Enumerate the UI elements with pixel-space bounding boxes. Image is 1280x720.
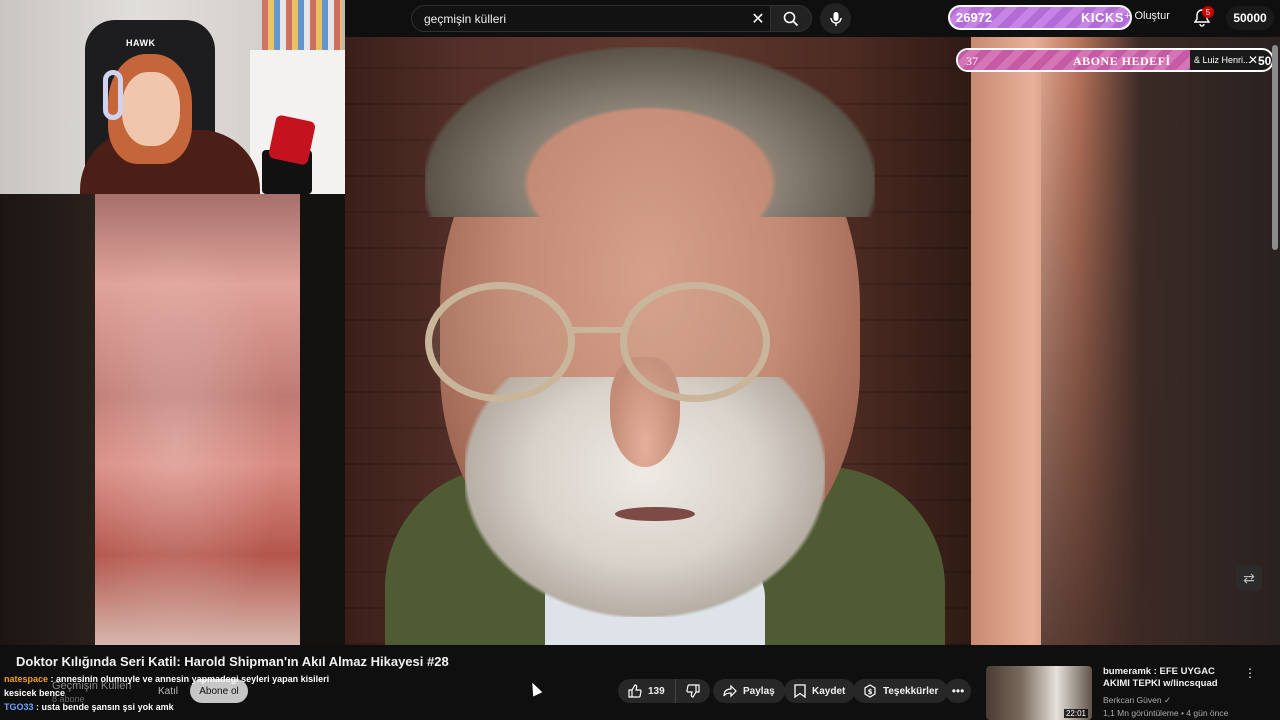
like-dislike-group: 139 bbox=[618, 679, 710, 703]
search-input[interactable]: geçmişin külleri bbox=[424, 12, 747, 26]
close-icon[interactable]: ✕ bbox=[747, 8, 769, 30]
thumbs-down-icon bbox=[686, 684, 700, 698]
subscriber-goal-current: 37 bbox=[966, 54, 978, 68]
save-label: Kaydet bbox=[812, 685, 846, 697]
blurred-video-left bbox=[95, 194, 300, 645]
like-button[interactable]: 139 bbox=[618, 679, 676, 703]
video-duration: 22:01 bbox=[1063, 709, 1088, 718]
subscriber-goal-recent-user: & Luiz Henri... bbox=[1194, 55, 1251, 65]
share-label: Paylaş bbox=[743, 685, 775, 697]
goal-total: 50000 bbox=[1226, 6, 1274, 30]
chat-username: TGO33 bbox=[4, 702, 34, 712]
kicks-counter: 26972 KICKS bbox=[948, 5, 1132, 30]
recommended-video-meta: 1,1 Mn görüntüleme • 4 gün önce bbox=[1103, 708, 1229, 718]
create-button[interactable]: + Oluştur bbox=[1124, 10, 1170, 22]
kicks-label: KICKS bbox=[1081, 10, 1124, 25]
glasses-right-lens bbox=[620, 282, 770, 402]
subscriber-goal-bar: 37 ABONE HEDEFİ & Luiz Henri... ✕ 50 bbox=[956, 48, 1274, 72]
verified-icon: ✓ bbox=[1163, 695, 1172, 705]
close-icon: ✕ bbox=[1248, 53, 1259, 67]
thanks-label: Teşekkürler bbox=[883, 685, 939, 697]
chat-username: natespace bbox=[4, 674, 49, 684]
bookmark-icon bbox=[794, 684, 806, 698]
blurred-video-right bbox=[971, 37, 1280, 645]
headset bbox=[103, 70, 123, 120]
more-options-button[interactable]: ••• bbox=[945, 679, 971, 703]
glasses-bridge bbox=[567, 327, 629, 333]
notification-badge: 5 bbox=[1202, 6, 1214, 18]
recommended-channel-name: Berkcan Güven bbox=[1103, 695, 1162, 705]
recommended-channel[interactable]: Berkcan Güven ✓ bbox=[1103, 695, 1171, 706]
search-box[interactable]: geçmişin külleri ✕ bbox=[411, 5, 776, 32]
mouth bbox=[615, 507, 695, 521]
video-divider bbox=[300, 194, 345, 645]
chat-overlay: natespace : annesinin olumuyle ve annesi… bbox=[0, 672, 360, 714]
search-icon bbox=[783, 11, 799, 26]
video-title: Doktor Kılığında Seri Katil: Harold Ship… bbox=[16, 654, 449, 669]
video-frame-portrait bbox=[345, 37, 971, 645]
thanks-button[interactable]: $ Teşekkürler bbox=[853, 679, 949, 703]
glasses-left-lens bbox=[425, 282, 575, 402]
subscriber-goal-target: 50 bbox=[1258, 54, 1272, 68]
kicks-count: 26972 bbox=[956, 10, 993, 25]
streamer-webcam: HAWK bbox=[0, 0, 345, 194]
like-count: 139 bbox=[648, 685, 665, 697]
share-icon bbox=[723, 684, 737, 698]
recommended-video-thumbnail[interactable]: 22:01 bbox=[986, 666, 1092, 720]
thumbs-up-icon bbox=[628, 684, 642, 698]
more-horizontal-icon: ••• bbox=[951, 684, 965, 698]
create-label: Oluştur bbox=[1134, 10, 1170, 22]
chat-text: : usta bende şansın şsi yok amk bbox=[36, 702, 174, 712]
scrollbar[interactable] bbox=[1272, 45, 1278, 250]
recommended-video-title[interactable]: bumeramk : EFE UYGAC AKIMI TEPKI w/lincs… bbox=[1103, 666, 1243, 690]
save-button[interactable]: Kaydet bbox=[784, 679, 856, 703]
shelf-items bbox=[262, 0, 342, 50]
video-background-left bbox=[0, 194, 95, 645]
super-thanks-icon: $ bbox=[864, 684, 876, 698]
streamer-face bbox=[122, 72, 180, 146]
microphone-icon bbox=[829, 11, 842, 26]
dislike-button[interactable] bbox=[676, 679, 710, 703]
chat-message: natespace : annesinin olumuyle ve annesi… bbox=[0, 672, 360, 700]
swap-icon[interactable]: ⇄ bbox=[1236, 565, 1262, 591]
chat-message: TGO33 : usta bende şansın şsi yok amk bbox=[0, 700, 360, 714]
chat-text: : annesinin olumuyle ve annesin yapmadeg… bbox=[4, 674, 330, 698]
voice-search-button[interactable] bbox=[820, 3, 851, 34]
plus-icon: + bbox=[1124, 10, 1131, 22]
grey-hair bbox=[425, 47, 875, 217]
more-vertical-icon[interactable]: ⋮ bbox=[1244, 666, 1256, 680]
mouse-cursor-icon bbox=[527, 680, 543, 697]
svg-text:$: $ bbox=[868, 688, 873, 696]
subscriber-goal-label: ABONE HEDEFİ bbox=[1073, 54, 1171, 68]
chair-logo: HAWK bbox=[126, 38, 156, 48]
share-button[interactable]: Paylaş bbox=[713, 679, 785, 703]
search-button[interactable] bbox=[770, 5, 812, 32]
